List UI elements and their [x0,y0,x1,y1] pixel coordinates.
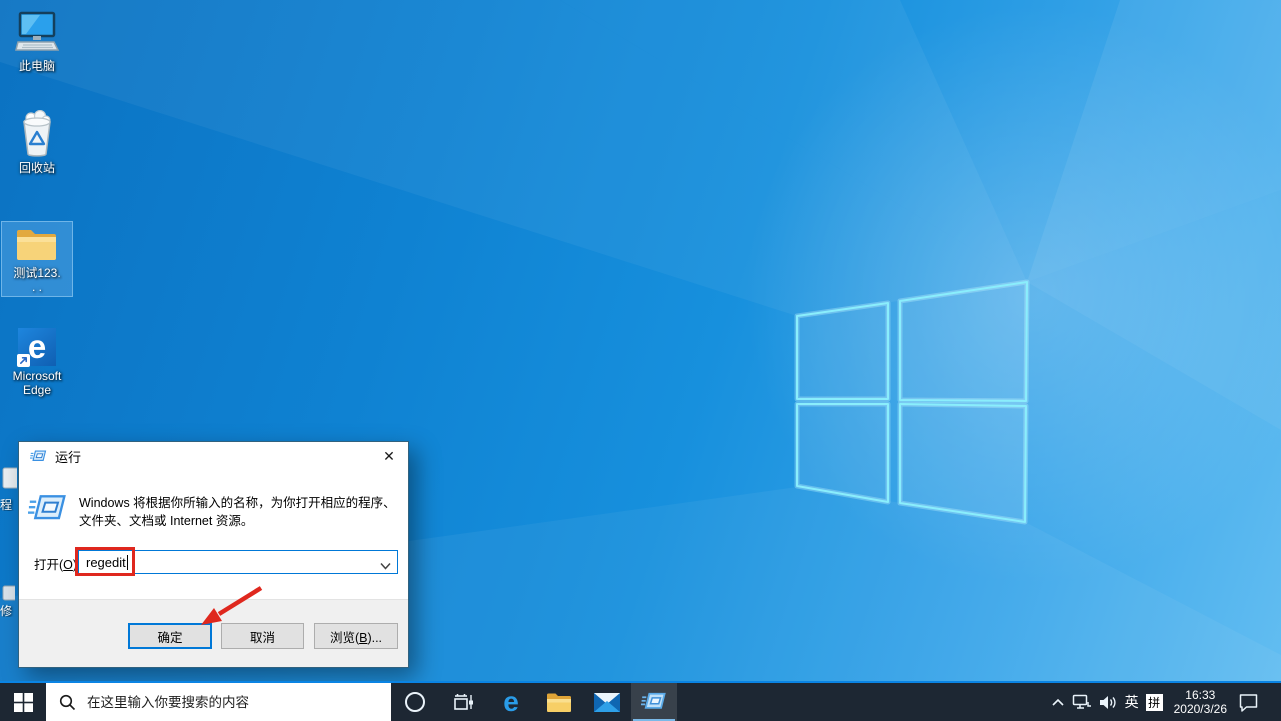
desktop-icon-label: Microsoft [13,369,62,383]
mail-icon [594,693,620,712]
desktop-icon-label-line2: . . [32,280,42,294]
edge-tile-icon: e [18,328,56,366]
task-view-icon [453,693,474,712]
windows-start-icon [14,693,33,712]
browse-button[interactable]: 浏览(B)... [314,623,398,649]
cortana-icon [404,691,426,713]
run-dialog-titlebar[interactable]: 运行 ✕ [19,442,408,471]
tray-show-hidden-icons-button[interactable] [1051,697,1065,707]
taskbar-task-view-button[interactable] [439,683,487,721]
run-command-input[interactable]: regedit [78,550,398,574]
taskbar-mail-button[interactable] [583,683,631,721]
show-desktop-strip[interactable] [1266,683,1271,721]
text-caret [127,555,128,570]
tray-network-button[interactable] [1072,694,1092,710]
run-dialog-window: 运行 ✕ Windows 将根据你所输入的名称，为你打开相应的程序、 文件夹、文… [18,441,409,668]
ok-button[interactable]: 确定 [128,623,212,649]
search-icon [59,694,76,711]
tray-clock[interactable]: 16:33 2020/3/26 [1170,688,1231,717]
desktop-icon-this-pc[interactable]: 此电脑 [1,10,73,73]
system-tray: 英 拼 16:33 2020/3/26 [1051,683,1281,721]
hidden-desktop-icon-fragment [0,584,15,602]
run-icon [641,691,667,713]
run-icon [30,449,47,464]
description-line1: Windows 将根据你所输入的名称，为你打开相应的程序、 [79,495,399,513]
start-button[interactable] [0,683,46,721]
hidden-desktop-icon-fragment [0,466,17,496]
desktop-icon-label-line2: Edge [23,383,51,397]
taskbar: e [0,681,1281,721]
recycle-bin-icon [16,110,58,158]
taskbar-file-explorer-button[interactable] [535,683,583,721]
desktop-icon-recycle-bin[interactable]: 回收站 [1,110,73,175]
speaker-icon [1099,695,1118,710]
taskbar-search-box[interactable] [46,683,391,721]
this-pc-icon [14,10,60,56]
folder-icon [14,225,60,263]
open-field-label: 打开(O): [34,554,81,573]
run-dialog-description: Windows 将根据你所输入的名称，为你打开相应的程序、 文件夹、文档或 In… [79,495,399,530]
dialog-button-row: 确定 取消 浏览(B)... [19,599,408,667]
run-command-value: regedit [86,555,126,570]
tray-volume-button[interactable] [1099,695,1118,710]
dialog-title: 运行 [55,447,81,466]
taskbar-cortana-button[interactable] [391,683,439,721]
hidden-desktop-icon-label-fragment: 修 [0,602,14,617]
taskbar-run-app-button-active[interactable] [631,683,677,721]
chevron-up-icon [1051,697,1065,707]
desktop-icon-label: 测试123. [13,266,60,280]
tray-ime-mode-badge[interactable]: 拼 [1146,694,1163,711]
edge-e-glyph: e [28,330,46,364]
chevron-down-icon[interactable] [380,558,391,573]
tray-ime-language[interactable]: 英 [1125,692,1139,712]
desktop-icon-microsoft-edge[interactable]: e Microsoft Edge [1,328,73,397]
cancel-button[interactable]: 取消 [221,623,304,649]
windows-logo-wallpaper [797,282,1027,522]
description-line2: 文件夹、文档或 Internet 资源。 [79,513,399,531]
network-icon [1072,694,1092,710]
shortcut-arrow-icon [17,354,30,367]
taskbar-edge-button[interactable]: e [487,683,535,721]
desktop-icon-test-folder[interactable]: 测试123. . . [2,222,72,296]
action-center-icon [1238,693,1259,712]
desktop-icon-label: 此电脑 [19,59,55,73]
desktop-icon-label: 回收站 [19,161,55,175]
run-icon-large [28,492,68,529]
tray-action-center-button[interactable] [1238,693,1259,712]
file-explorer-icon [546,692,572,713]
close-icon[interactable]: ✕ [376,445,402,469]
tray-time: 16:33 [1174,688,1227,703]
hidden-desktop-icon-label-fragment: 程 [0,496,14,511]
edge-icon: e [503,688,519,716]
tray-date: 2020/3/26 [1174,702,1227,717]
search-input[interactable] [85,694,375,711]
